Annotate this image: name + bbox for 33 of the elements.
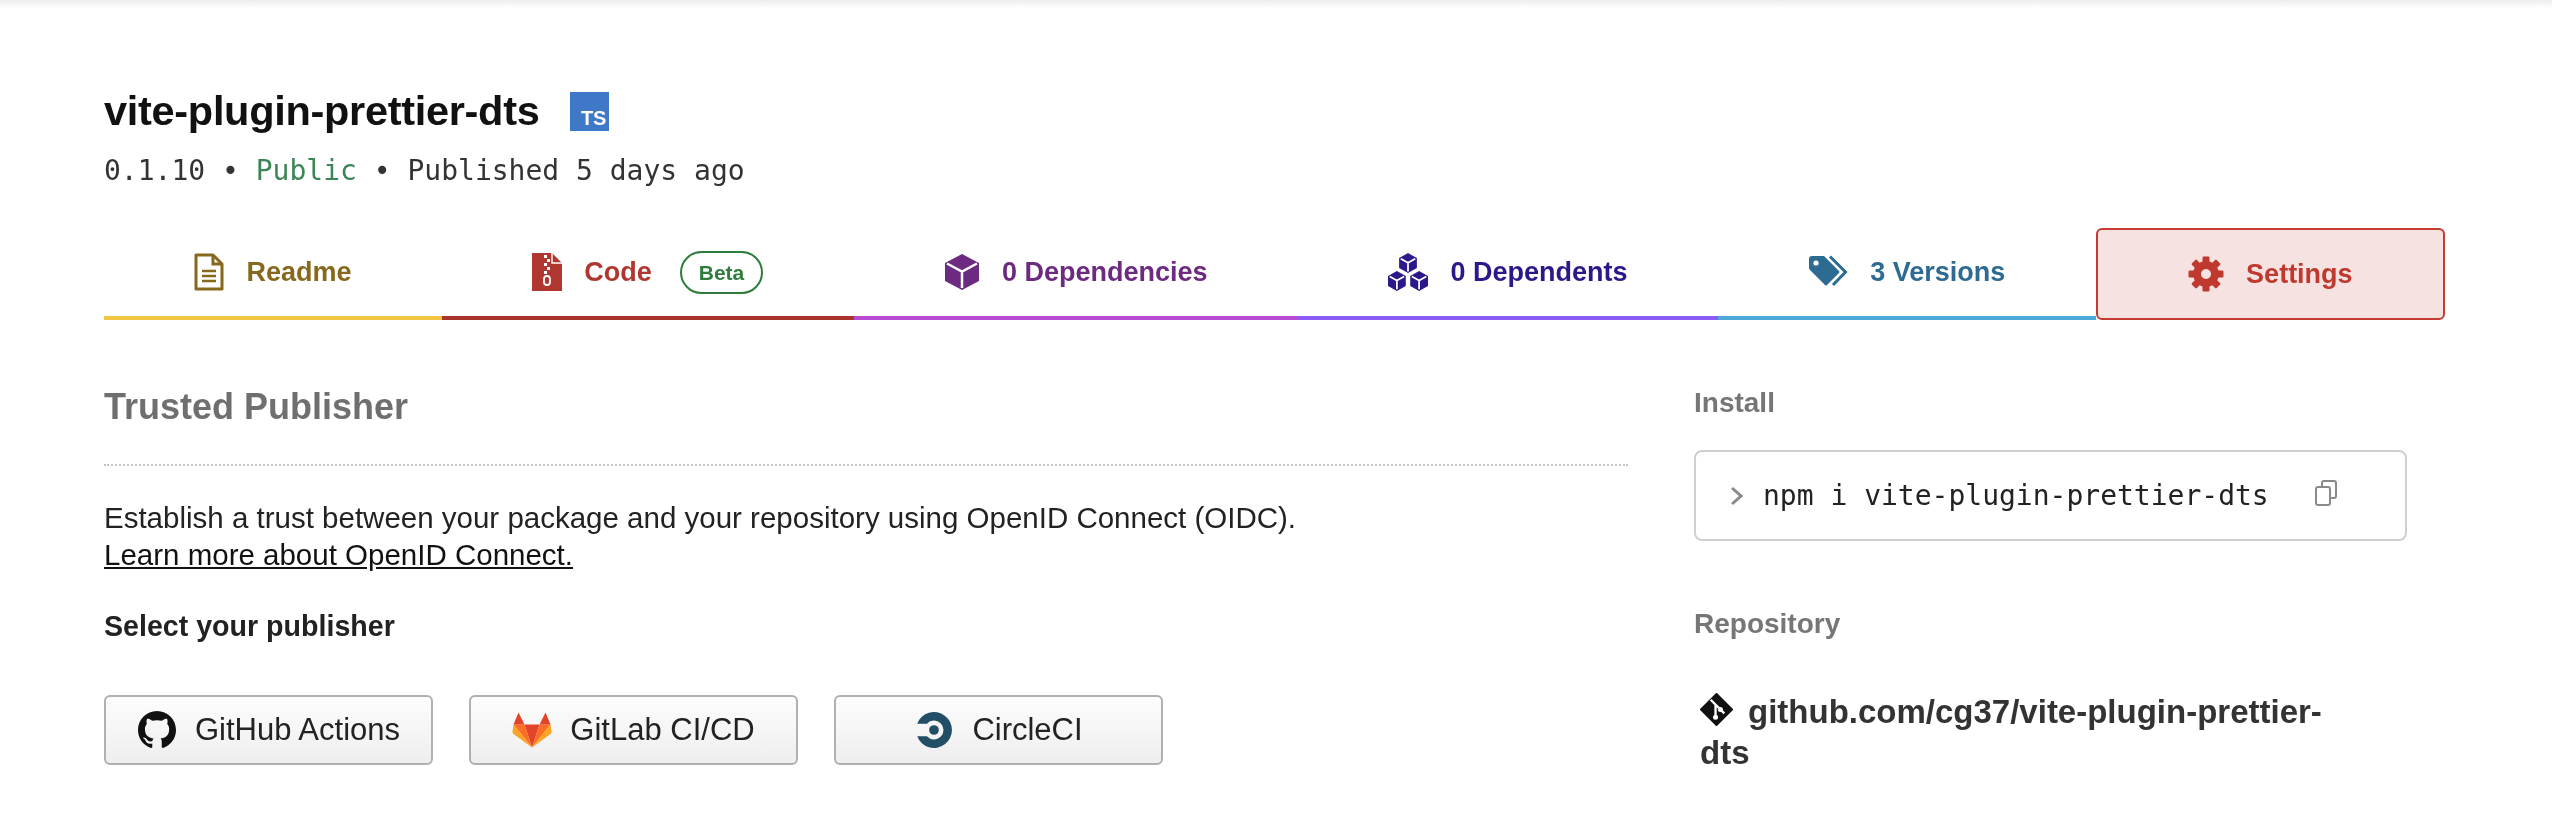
cubes-icon: [1388, 253, 1429, 291]
circleci-logo-icon: [914, 711, 955, 749]
cube-icon: [944, 253, 981, 291]
document-icon: [194, 253, 225, 291]
section-heading: Trusted Publisher: [104, 386, 409, 428]
tab[interactable]: Code Beta: [441, 228, 854, 320]
tab[interactable]: 0 Dependents: [1298, 228, 1718, 320]
tab[interactable]: 3 Versions: [1717, 228, 2096, 320]
repository-heading: Repository: [1694, 607, 1841, 641]
github-logo-icon: [136, 711, 177, 749]
package-title: vite-plugin-prettier-dts: [104, 87, 540, 135]
tab[interactable]: 0 Dependencies: [853, 228, 1298, 320]
tab[interactable]: Settings: [2095, 228, 2445, 320]
chevron-icon: [1730, 485, 1743, 506]
package-meta: 0.1.10 • Public • Published 5 days ago: [104, 154, 745, 188]
install-command: npm i vite-plugin-prettier-dts: [1763, 478, 2269, 513]
zip-file-icon: [532, 253, 563, 291]
gear-icon: [2188, 256, 2225, 292]
repository-link[interactable]: github.com/cg37/vite-plugin-prettier-dts: [1700, 691, 2340, 773]
install-heading: Install: [1694, 386, 1775, 420]
learn-more-link[interactable]: Learn more about OpenID Connect.: [104, 536, 573, 573]
git-icon: [1700, 693, 1733, 726]
tab[interactable]: Readme: [104, 228, 442, 320]
publisher-subheading: Select your publisher: [104, 609, 395, 643]
beta-badge: Beta: [679, 250, 764, 294]
gitlab-logo-icon: [512, 711, 553, 749]
publisher-button[interactable]: GitHub Actions: [104, 695, 433, 765]
publisher-button[interactable]: CircleCI: [834, 695, 1163, 765]
publisher-button[interactable]: GitLab CI/CD: [469, 695, 798, 765]
description-text: Establish a trust between your package and your repository using OpenID Connect (OIDC).: [104, 500, 1297, 536]
copy-icon[interactable]: [2314, 479, 2337, 506]
tags-icon: [1808, 255, 1849, 289]
types-badge: TS: [570, 91, 610, 131]
